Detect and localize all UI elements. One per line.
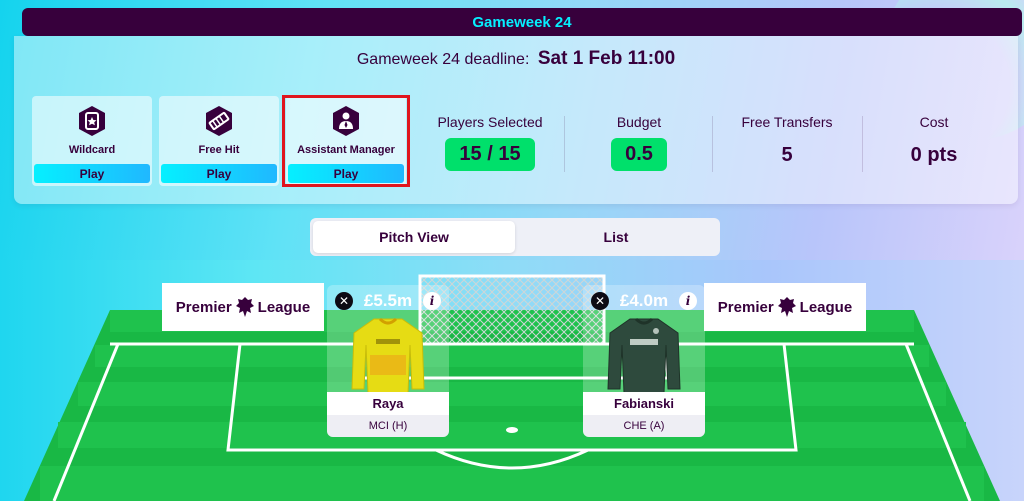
player-price-row: ✕ £4.0m i bbox=[583, 288, 705, 314]
deadline-text: Gameweek 24 deadline: Sat 1 Feb 11:00 bbox=[14, 48, 1018, 70]
wildcard-icon bbox=[79, 106, 105, 136]
player-name: Fabianski bbox=[583, 392, 705, 415]
stat-budget: Budget 0.5 bbox=[589, 114, 689, 171]
board-text: Premier bbox=[717, 298, 774, 316]
board-text: League bbox=[799, 298, 853, 316]
stat-label-free-transfers: Free Transfers bbox=[741, 114, 833, 130]
divider bbox=[712, 116, 713, 172]
stat-free-transfers: Free Transfers 5 bbox=[729, 114, 845, 167]
premier-league-board-left: Premier League bbox=[162, 283, 324, 331]
transfer-summary-panel: Gameweek 24 deadline: Sat 1 Feb 11:00 Wi… bbox=[14, 36, 1018, 204]
free-transfers-value: 5 bbox=[781, 144, 793, 166]
free-hit-icon bbox=[206, 106, 232, 136]
remove-player-icon[interactable]: ✕ bbox=[591, 292, 609, 310]
deadline-value: Sat 1 Feb 11:00 bbox=[537, 48, 676, 69]
chip-card-free-hit: Free Hit Play bbox=[159, 96, 279, 186]
player-name: Raya bbox=[327, 392, 449, 415]
pitch bbox=[24, 274, 1000, 501]
player-card-fabianski[interactable]: ✕ £4.0m i Fabianski CHE (A) bbox=[583, 285, 705, 437]
player-price: £4.0m bbox=[619, 291, 669, 310]
stat-label-cost: Cost bbox=[919, 114, 949, 130]
chip-name-wildcard: Wildcard bbox=[68, 144, 116, 156]
view-toggle: Pitch View List bbox=[310, 218, 720, 256]
board-text: League bbox=[257, 298, 311, 316]
tab-list[interactable]: List bbox=[515, 221, 717, 253]
player-info-icon[interactable]: i bbox=[678, 292, 697, 310]
player-fixture: CHE (A) bbox=[583, 415, 705, 437]
player-price-row: ✕ £5.5m i bbox=[327, 288, 449, 314]
premier-league-board-right: Premier League bbox=[704, 283, 866, 331]
player-card-raya[interactable]: ✕ £5.5m i Raya MCI (H) bbox=[327, 285, 449, 437]
players-selected-badge: 15 / 15 bbox=[445, 138, 535, 171]
divider bbox=[564, 116, 565, 172]
play-free-hit-button[interactable]: Play bbox=[161, 164, 277, 183]
deadline-label: Gameweek 24 deadline: bbox=[356, 51, 530, 68]
stat-cost: Cost 0 pts bbox=[884, 114, 984, 167]
stat-label-players-selected: Players Selected bbox=[437, 114, 543, 130]
player-fixture: MCI (H) bbox=[327, 415, 449, 437]
premier-league-lion-icon bbox=[235, 297, 254, 317]
divider bbox=[862, 116, 863, 172]
tab-pitch-view[interactable]: Pitch View bbox=[313, 221, 515, 253]
player-info-icon[interactable]: i bbox=[422, 292, 441, 310]
goalkeeper-shirt-icon bbox=[607, 317, 681, 394]
gameweek-title: Gameweek 24 bbox=[472, 13, 572, 31]
highlight-box bbox=[282, 95, 410, 187]
remove-player-icon[interactable]: ✕ bbox=[335, 292, 353, 310]
player-price: £5.5m bbox=[363, 291, 413, 310]
play-wildcard-button[interactable]: Play bbox=[34, 164, 150, 183]
gameweek-title-bar: Gameweek 24 bbox=[22, 8, 1022, 36]
goalkeeper-shirt-icon bbox=[351, 317, 425, 394]
premier-league-lion-icon bbox=[777, 297, 796, 317]
chip-name-free-hit: Free Hit bbox=[198, 144, 240, 156]
stat-label-budget: Budget bbox=[616, 114, 662, 130]
cost-value: 0 pts bbox=[910, 144, 958, 166]
board-text: Premier bbox=[175, 298, 232, 316]
stat-players-selected: Players Selected 15 / 15 bbox=[432, 114, 548, 171]
budget-badge: 0.5 bbox=[611, 138, 667, 171]
chip-card-wildcard: Wildcard Play bbox=[32, 96, 152, 186]
